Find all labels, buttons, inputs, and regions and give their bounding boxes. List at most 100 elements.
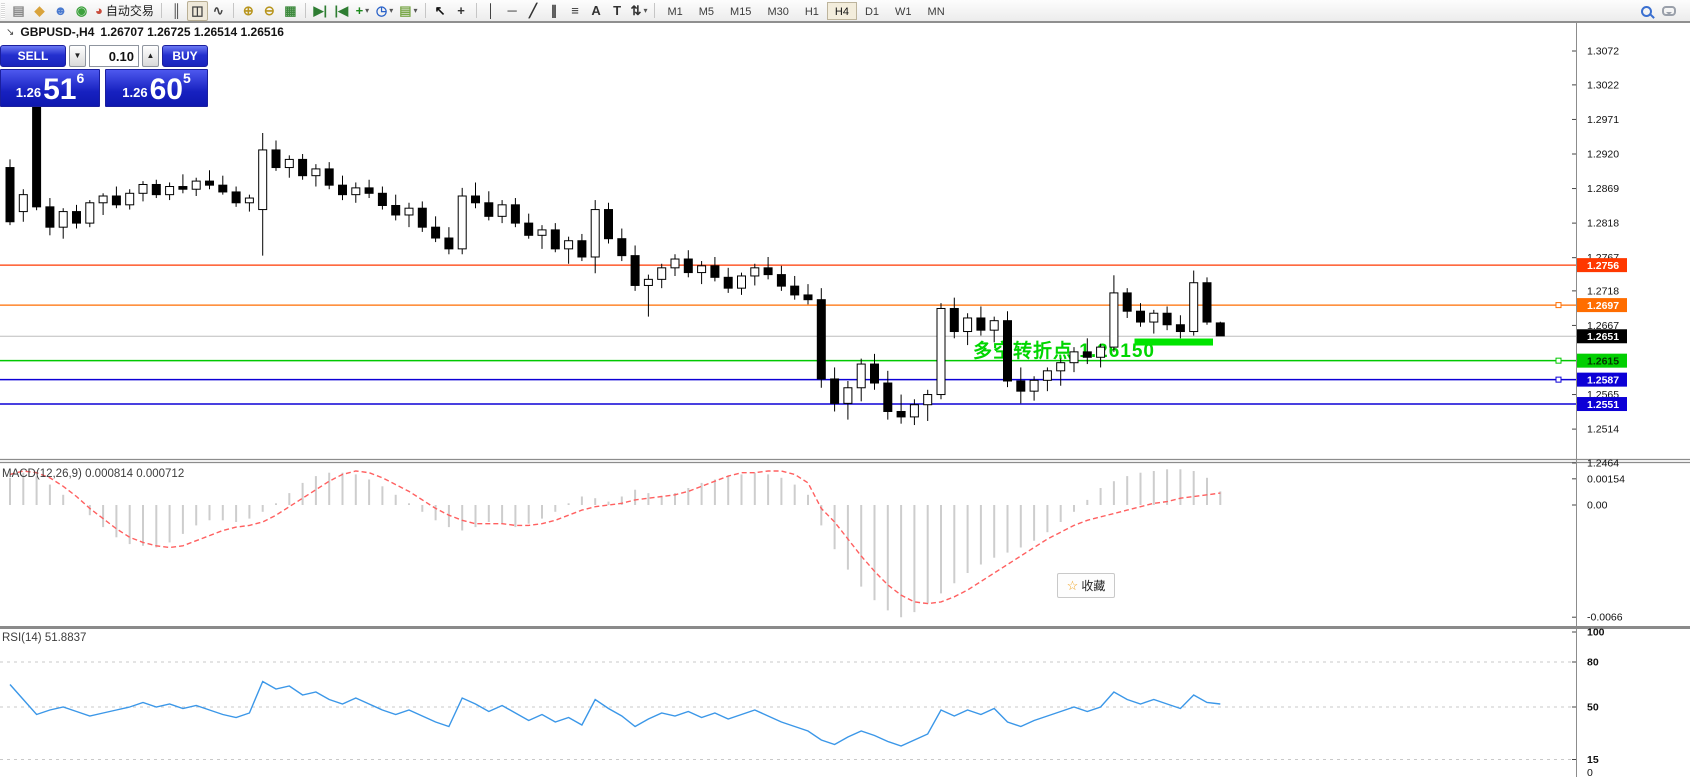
text-icon[interactable]: A <box>586 1 607 21</box>
svg-text:1.2869: 1.2869 <box>1587 183 1619 195</box>
svg-text:1.2920: 1.2920 <box>1587 148 1619 160</box>
buy-price-prefix: 1.26 <box>122 83 147 103</box>
toolbar-separator <box>233 3 234 18</box>
svg-text:1.2697: 1.2697 <box>1587 300 1619 312</box>
auto-scroll-icon[interactable]: ▶| <box>310 1 331 21</box>
line-chart-icon[interactable]: ∿ <box>208 1 229 21</box>
terminal-icon[interactable]: ▤ <box>8 1 29 21</box>
svg-text:0.00: 0.00 <box>1587 500 1608 512</box>
sell-price-main: 51 <box>43 77 76 103</box>
buy-price-display[interactable]: 1.26 60 5 <box>105 69 208 107</box>
timeframe-button-m30[interactable]: M30 <box>759 2 796 20</box>
timeframe-button-m1[interactable]: M1 <box>659 2 690 20</box>
timeframe-button-w1[interactable]: W1 <box>887 2 920 20</box>
sell-price-display[interactable]: 1.26 51 6 <box>0 69 100 107</box>
sell-price-pip: 6 <box>76 72 84 84</box>
crosshair-icon[interactable]: + <box>451 1 472 21</box>
svg-text:1.2587: 1.2587 <box>1587 374 1619 386</box>
svg-text:1.2514: 1.2514 <box>1587 424 1619 436</box>
toolbar-separator <box>425 3 426 18</box>
candlestick-chart-icon[interactable]: ◫ <box>187 1 208 21</box>
svg-text:1.2551: 1.2551 <box>1587 399 1619 411</box>
arrows-icon[interactable]: ⇅▾ <box>628 1 651 21</box>
timeframe-button-m15[interactable]: M15 <box>722 2 759 20</box>
buy-price-pip: 5 <box>183 72 191 84</box>
sell-price-prefix: 1.26 <box>16 83 41 103</box>
period-icon[interactable]: ◷▾ <box>373 1 396 21</box>
toolbar-separator <box>305 3 306 18</box>
price-axis: 1.3072 1.3022 1.2971 1.2920 1.2869 1.2818 1.27… <box>1572 46 1627 470</box>
macd-pane: 0.00154 0.00 -0.0066 <box>10 469 1625 623</box>
channel-icon[interactable]: ∥ <box>544 1 565 21</box>
vertical-line-icon[interactable]: │ <box>481 1 502 21</box>
horizontal-line-icon[interactable]: ─ <box>502 1 523 21</box>
chart-shift-icon[interactable]: |◀ <box>331 1 352 21</box>
svg-text:1.2464: 1.2464 <box>1587 457 1619 469</box>
timeframe-button-h4[interactable]: H4 <box>827 2 857 20</box>
tile-windows-icon[interactable]: ▦ <box>280 1 301 21</box>
svg-text:1.2767: 1.2767 <box>1587 252 1619 264</box>
ohlc-values: 1.26707 1.26725 1.26514 1.26516 <box>100 25 284 39</box>
profile-icon[interactable]: ☻ <box>50 1 71 21</box>
search-icon[interactable] <box>1641 6 1652 17</box>
chart-canvas: 1.3072 1.3022 1.2971 1.2920 1.2869 1.2818 1.27… <box>0 0 1690 777</box>
chat-icon[interactable] <box>1662 6 1676 16</box>
toolbar-grip <box>1 3 5 19</box>
price-level-lines <box>0 265 1576 404</box>
svg-text:100: 100 <box>1587 627 1605 639</box>
one-click-trading-panel: SELL ▼ ▲ BUY 1.26 51 6 1.26 60 5 <box>0 45 208 107</box>
pivot-annotation-text: 多空转折点 1.26150 <box>973 336 1155 363</box>
bar-chart-icon[interactable]: ║ <box>166 1 187 21</box>
svg-text:0: 0 <box>1587 767 1593 777</box>
svg-text:1.2615: 1.2615 <box>1587 355 1619 367</box>
timeframe-button-mn[interactable]: MN <box>920 2 953 20</box>
svg-text:1.3072: 1.3072 <box>1587 46 1619 58</box>
volume-decrease-button[interactable]: ▼ <box>69 45 86 67</box>
svg-text:1.2667: 1.2667 <box>1587 320 1619 332</box>
favorite-button[interactable]: ☆ 收藏 <box>1057 573 1115 598</box>
svg-text:1.2818: 1.2818 <box>1587 218 1619 230</box>
signals-icon[interactable]: ◉ <box>71 1 92 21</box>
chevron-down-icon: ▾ <box>365 1 369 21</box>
main-toolbar: ▤◆☻◉◕自动交易 ║◫∿ ⊕⊖▦ ▶||◀+▾◷▾▤▾ ↖+ │─╱∥≡AT⇅▾ M1M5… <box>0 0 1690 22</box>
buy-price-main: 60 <box>150 77 183 103</box>
cursor-icon[interactable]: ↖ <box>430 1 451 21</box>
rsi-pane: 1008050150 <box>0 627 1605 777</box>
template-icon[interactable]: ▤▾ <box>396 1 420 21</box>
chevron-down-icon: ▾ <box>414 1 418 21</box>
timeframe-button-d1[interactable]: D1 <box>857 2 887 20</box>
timeframe-button-m5[interactable]: M5 <box>691 2 722 20</box>
svg-text:1.2971: 1.2971 <box>1587 114 1619 126</box>
svg-text:1.2565: 1.2565 <box>1587 389 1619 401</box>
zoom-out-icon[interactable]: ⊖ <box>259 1 280 21</box>
volume-increase-button[interactable]: ▲ <box>142 45 159 67</box>
toolbar-separator <box>161 3 162 18</box>
sell-button[interactable]: SELL <box>0 45 66 67</box>
buy-button[interactable]: BUY <box>162 45 208 67</box>
svg-text:80: 80 <box>1587 657 1599 669</box>
new-order-icon[interactable]: ◆ <box>29 1 50 21</box>
svg-text:1.2651: 1.2651 <box>1587 331 1619 343</box>
macd-indicator-label: MACD(12,26,9) 0.000814 0.000712 <box>2 468 184 480</box>
chart-title: ↘ GBPUSD-,H4 1.26707 1.26725 1.26514 1.2… <box>6 25 284 39</box>
rsi-indicator-label: RSI(14) 51.8837 <box>2 632 86 644</box>
svg-text:50: 50 <box>1587 702 1599 714</box>
svg-text:0.00154: 0.00154 <box>1587 473 1625 485</box>
timeframe-button-h1[interactable]: H1 <box>797 2 827 20</box>
svg-text:-0.0066: -0.0066 <box>1587 612 1623 624</box>
chart-window-icon: ↘ <box>6 27 14 38</box>
text-label-icon[interactable]: T <box>607 1 628 21</box>
chevron-down-icon: ▾ <box>643 1 647 21</box>
svg-text:1.2718: 1.2718 <box>1587 285 1619 297</box>
toolbar-separator <box>654 3 655 18</box>
symbol-period-label: GBPUSD-,H4 <box>20 25 94 39</box>
zoom-in-icon[interactable]: ⊕ <box>238 1 259 21</box>
volume-input[interactable] <box>89 45 139 67</box>
new-chart-icon[interactable]: +▾ <box>352 1 373 21</box>
svg-text:1.3022: 1.3022 <box>1587 79 1619 91</box>
star-icon: ☆ <box>1067 578 1079 594</box>
autotrading-icon[interactable]: ◕自动交易 <box>92 1 157 21</box>
trendline-icon[interactable]: ╱ <box>523 1 544 21</box>
favorite-label: 收藏 <box>1081 577 1105 594</box>
fibonacci-icon[interactable]: ≡ <box>565 1 586 21</box>
